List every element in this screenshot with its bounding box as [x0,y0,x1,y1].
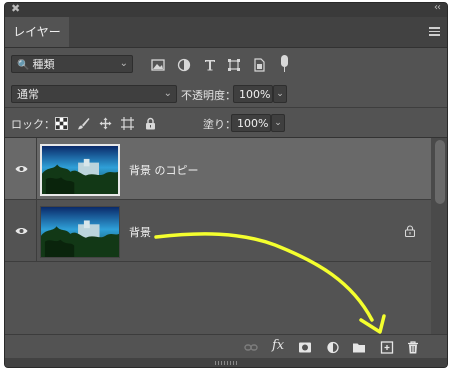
delete-layer-trash-icon[interactable] [406,341,420,354]
blend-mode-select[interactable]: 通常 ⌄ [11,85,177,103]
lock-transparent-pixels-icon[interactable] [55,117,68,130]
divider [5,107,447,108]
layer-row-background[interactable]: 背景 [5,200,431,262]
lock-image-pixels-icon[interactable] [77,117,90,130]
layer-thumbnail [40,144,120,196]
fill-dropdown-button[interactable]: ⌄ [271,114,285,132]
fill-input[interactable]: 100% [231,114,271,132]
filter-kind-label: 種類 [32,58,55,71]
opacity-label: 不透明度： [181,89,236,102]
layer-name: 背景 のコピー [129,164,199,177]
close-icon[interactable]: ✖ [11,3,20,15]
layers-list: 背景 のコピー 背景 [5,138,431,334]
image-filter-icon[interactable] [151,58,165,72]
eye-icon[interactable] [15,165,28,173]
layer-style-fx-icon[interactable]: fx [272,338,284,353]
text-filter-icon[interactable] [203,58,217,72]
new-group-folder-icon[interactable] [352,341,366,354]
tab-bar: レイヤー [5,17,447,48]
layers-panel: ✖ ‹‹ レイヤー 🔍 種類 ⌄ 通常 ⌄ 不透明度： 100% ⌄ ロック： … [4,2,448,368]
chevron-down-icon: ⌄ [163,88,172,99]
chevron-down-icon: ⌄ [119,58,128,69]
filter-row: 🔍 種類 ⌄ [5,49,447,79]
filter-toggle-icon[interactable] [281,55,288,67]
shape-filter-icon[interactable] [227,58,241,72]
opacity-dropdown-button[interactable]: ⌄ [273,85,287,103]
panel-titlebar: ✖ ‹‹ [5,3,447,17]
link-layers-icon[interactable] [244,341,258,354]
resize-grip[interactable] [5,358,447,367]
layer-thumbnail [40,206,120,258]
layer-row-background-copy[interactable]: 背景 のコピー [5,138,431,200]
tab-layers[interactable]: レイヤー [5,17,69,47]
add-mask-icon[interactable] [298,341,312,354]
adjustment-filter-icon[interactable] [177,58,191,72]
lock-label: ロック： [11,118,55,131]
layer-name: 背景 [129,226,151,239]
lock-icon[interactable] [405,225,415,237]
blend-row: 通常 ⌄ 不透明度： 100% ⌄ [5,83,447,107]
visibility-cell [5,200,37,262]
lock-artboard-icon[interactable] [121,117,134,130]
eye-icon[interactable] [15,227,28,235]
filter-kind-select[interactable]: 🔍 種類 ⌄ [11,55,133,73]
search-icon: 🔍 [17,60,30,71]
panel-menu-icon[interactable] [429,27,440,36]
collapse-icon[interactable]: ‹‹ [434,3,441,13]
filter-toggle-stem [284,67,285,72]
lock-position-icon[interactable] [99,117,112,130]
footer-toolbar: fx [5,334,447,359]
scrollbar-thumb[interactable] [435,140,445,204]
visibility-cell [5,138,37,200]
opacity-input[interactable]: 100% [233,85,273,103]
new-layer-icon[interactable] [380,341,394,354]
adjustment-layer-icon[interactable] [326,341,340,354]
blend-mode-label: 通常 [17,88,39,101]
lock-row: ロック： 塗り： 100% ⌄ [5,109,447,137]
smart-object-filter-icon[interactable] [252,58,266,72]
lock-all-icon[interactable] [144,117,157,130]
